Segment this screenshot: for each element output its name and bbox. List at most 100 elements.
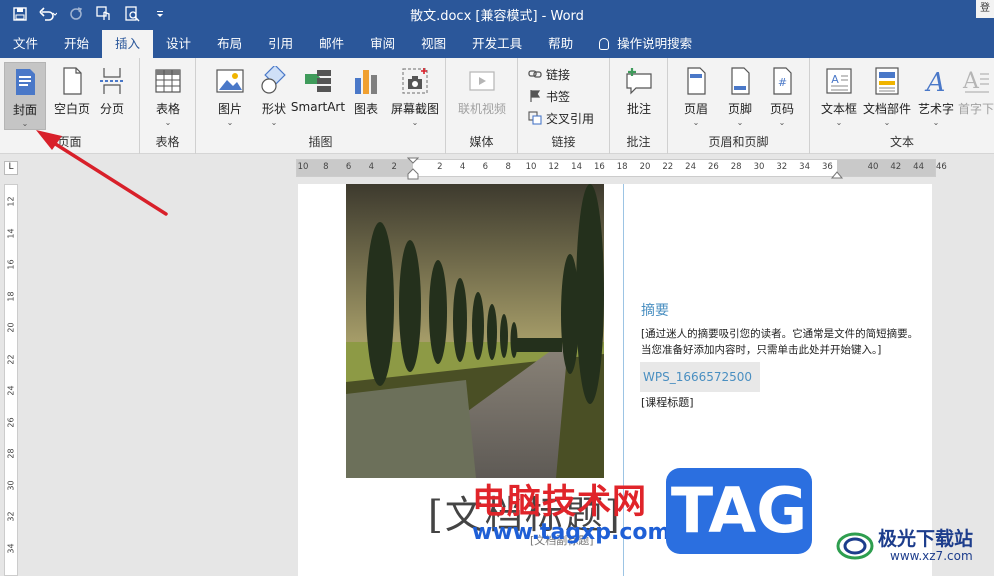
group-header-footer: 页眉 ⌄ 页脚 ⌄ # 页码 ⌄ 页眉和页脚 [668,58,810,154]
indent-marker[interactable] [407,157,419,181]
chevron-down-icon: ⌄ [932,118,940,127]
group-label-comments: 批注 [626,135,651,149]
footer-button[interactable]: 页脚 ⌄ [716,62,764,127]
site-url: www.xz7.com [890,549,973,563]
tab-insert[interactable]: 插入 [102,30,154,58]
page-break-button[interactable]: 分页 [88,62,136,126]
svg-text:A: A [831,73,839,86]
online-video-button[interactable]: 联机视频 [452,62,512,126]
tab-mailings[interactable]: 邮件 [306,30,357,58]
page-break-icon [97,66,127,96]
vertical-ruler[interactable]: 12 14 16 18 20 22 24 26 28 30 32 34 [4,184,18,576]
tell-me-label: 操作说明搜索 [617,36,693,51]
page-number-button[interactable]: # 页码 ⌄ [758,62,806,127]
ruler-tick: 30 [753,162,765,172]
svg-text:#: # [778,76,787,89]
header-button[interactable]: 页眉 ⌄ [672,62,720,127]
vertical-ruler-tick: 34 [6,542,16,554]
tab-home[interactable]: 开始 [51,30,102,58]
account-button[interactable]: 登 [976,0,994,18]
ruler-area: L 10 8 6 4 2 2 4 6 8 10 12 14 16 18 20 22 24 26 28 30 32 34 36… [0,155,994,181]
footer-icon [725,66,755,96]
ruler-tick: 14 [571,162,583,172]
watermark-url: www.tagxp.com [472,520,671,545]
smartart-button[interactable]: SmartArt [290,62,346,126]
group-label-text: 文本 [889,135,914,149]
ruler-tick: 4 [459,162,466,172]
ruler-tick: 10 [525,162,537,172]
ruler-tick: 4 [368,162,375,172]
vertical-ruler-tick: 32 [6,511,16,522]
abstract-text[interactable]: [通过迷人的摘要吸引您的读者。它通常是文件的简短摘要。当您准备好添加内容时，只需… [641,326,921,358]
chart-button[interactable]: 图表 [342,62,390,126]
tab-file[interactable]: 文件 [0,30,51,58]
drop-cap-button[interactable]: A 首字下 [958,62,994,126]
picture-button[interactable]: 图片 ⌄ [206,62,254,127]
cover-photo[interactable] [346,184,604,478]
watermark-site-logo: 极光下载站 www.xz7.com [832,524,992,568]
quick-parts-button[interactable]: 文档部件 ⌄ [862,62,912,127]
cover-page-button[interactable]: 封面 ⌄ [4,62,46,130]
chevron-down-icon: ⌄ [411,118,419,127]
tab-developer[interactable]: 开发工具 [459,30,535,58]
group-links: 链接 书签 交叉引用 链接 [518,58,610,154]
table-icon [153,66,183,96]
group-illustrations: 图片 ⌄ 形状 ⌄ SmartArt 图表 屏幕截图 ⌄ 插图 [196,58,446,154]
tab-references[interactable]: 引用 [255,30,306,58]
title-bar: 散文.docx [兼容模式] - Word 登 [0,0,994,28]
vertical-ruler-tick: 26 [6,416,16,428]
group-label-links: 链接 [551,135,576,149]
link-button[interactable]: 链接 [528,64,570,84]
vertical-ruler-tick: 16 [6,259,16,270]
ruler-tick: 24 [685,162,697,172]
watermark-cn: 电脑技术网 [472,482,647,522]
group-label-pages: 页面 [57,135,82,149]
cross-reference-icon [528,111,542,125]
ruler-tick: 22 [662,162,674,172]
comment-button[interactable]: 批注 [615,62,663,126]
ruler-tick: 18 [616,162,628,172]
site-name: 极光下载站 [878,528,974,550]
abstract-heading[interactable]: 摘要 [641,300,669,320]
wordart-button[interactable]: A 艺术字 ⌄ [912,62,960,127]
ruler-tick: 10 [297,162,309,172]
ruler-tick: 42 [890,162,902,172]
tab-review[interactable]: 审阅 [357,30,408,58]
group-label-illustrations: 插图 [308,135,333,149]
ruler-tick: 34 [799,162,811,172]
cross-reference-button[interactable]: 交叉引用 [528,108,594,128]
ribbon-tabs: 文件 开始 插入 设计 布局 引用 邮件 审阅 视图 开发工具 帮助 操作说明搜… [0,28,994,58]
textbox-button[interactable]: A 文本框 ⌄ [814,62,864,127]
ruler-tick: 6 [345,162,352,172]
tab-selector[interactable]: L [4,161,18,175]
ruler-tick: 32 [776,162,788,172]
tab-help[interactable]: 帮助 [535,30,586,58]
horizontal-ruler[interactable]: 10 8 6 4 2 2 4 6 8 10 12 14 16 18 20 22 24 26 28 30 32 34 36 40… [296,157,947,180]
vertical-ruler-tick: 28 [6,448,16,459]
tab-design[interactable]: 设计 [153,30,204,58]
course-title-placeholder[interactable]: [课程标题] [641,394,694,410]
table-button[interactable]: 表格 ⌄ [144,62,192,127]
document-title: 散文.docx [兼容模式] - Word [410,9,584,24]
author-field[interactable]: WPS_1666572500 [640,362,760,392]
ruler-tick: 28 [730,162,742,172]
screenshot-icon [400,66,430,96]
comment-icon [624,66,654,96]
bookmark-button[interactable]: 书签 [528,86,570,106]
tell-me-search[interactable]: 操作说明搜索 [586,30,705,58]
ruler-tick: 2 [391,162,397,172]
tab-layout[interactable]: 布局 [204,30,255,58]
ruler-tick: 12 [548,162,560,172]
tab-view[interactable]: 视图 [408,30,459,58]
picture-icon [215,66,245,96]
group-pages: 封面 ⌄ 空白页 分页 页面 [0,58,140,154]
blank-page-icon [57,66,87,96]
group-label-header-footer: 页眉和页脚 [708,135,769,149]
online-video-icon [467,66,497,96]
ruler-tick: 2 [437,162,443,172]
right-indent-marker[interactable] [831,168,843,180]
screenshot-button[interactable]: 屏幕截图 ⌄ [388,62,442,127]
header-icon [681,66,711,96]
vertical-ruler-tick: 18 [6,290,16,302]
drop-cap-icon: A [961,66,991,96]
